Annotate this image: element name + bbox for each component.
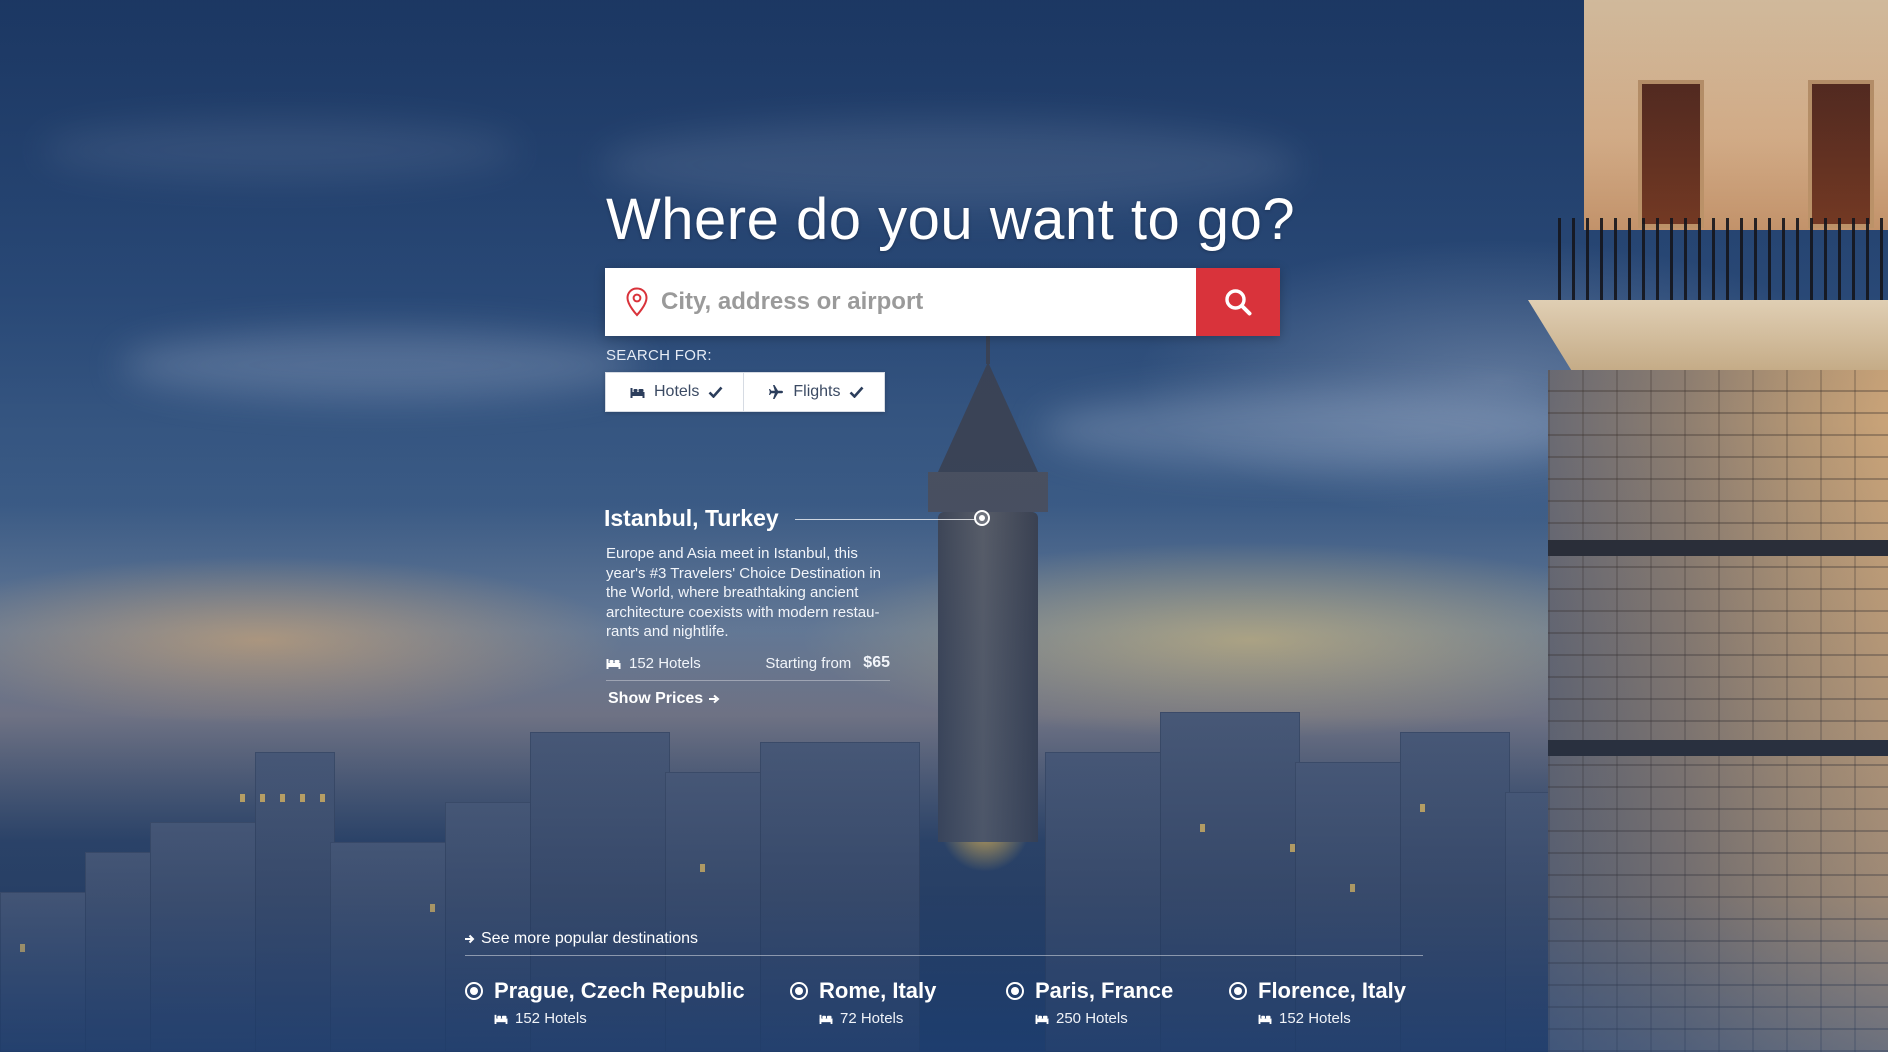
destination-hotel-count: 250 Hotels bbox=[1035, 1010, 1128, 1027]
destination-hotels-text: 152 Hotels bbox=[1279, 1010, 1351, 1027]
destination-name: Paris, France bbox=[1035, 978, 1174, 1003]
featured-hotel-count: 152 Hotels bbox=[606, 655, 701, 672]
bed-icon bbox=[630, 386, 645, 398]
plane-icon bbox=[768, 384, 784, 400]
featured-destination-title: Istanbul, Turkey bbox=[604, 505, 779, 531]
background-photo bbox=[0, 0, 1888, 1052]
bed-icon bbox=[494, 1013, 508, 1024]
bed-icon bbox=[606, 657, 621, 669]
show-prices-label: Show Prices bbox=[608, 690, 704, 707]
radio-icon bbox=[1229, 982, 1247, 1000]
destination-hotels-text: 72 Hotels bbox=[840, 1010, 904, 1027]
bed-icon bbox=[1035, 1013, 1049, 1024]
map-marker-icon[interactable] bbox=[974, 510, 990, 526]
bed-icon bbox=[1258, 1013, 1272, 1024]
see-more-destinations-link[interactable]: See more popular destinations bbox=[465, 930, 698, 948]
checkmark-icon bbox=[849, 386, 864, 398]
search-field[interactable] bbox=[605, 268, 1196, 336]
search-input[interactable] bbox=[649, 271, 1196, 333]
flights-toggle-label: Flights bbox=[793, 383, 841, 400]
search-button[interactable] bbox=[1196, 268, 1280, 336]
featured-description: Europe and Asia meet in Istanbul, this y… bbox=[606, 545, 882, 640]
radio-icon bbox=[1006, 982, 1024, 1000]
search-type-toggle: Hotels Flights bbox=[605, 372, 886, 412]
hotels-toggle[interactable]: Hotels bbox=[606, 373, 743, 411]
destination-name: Florence, Italy bbox=[1258, 978, 1406, 1003]
see-more-label: See more popular destinations bbox=[481, 930, 699, 947]
destination-hotels-text: 250 Hotels bbox=[1056, 1010, 1128, 1027]
checkmark-icon bbox=[708, 386, 723, 398]
featured-stats: 152 Hotels Starting from $65 bbox=[606, 654, 890, 681]
destination-hotels-text: 152 Hotels bbox=[515, 1010, 587, 1027]
popular-destinations-list: Prague, Czech Republic 152 Hotels Rome, … bbox=[465, 978, 1423, 1038]
radio-icon bbox=[790, 982, 808, 1000]
bed-icon bbox=[819, 1013, 833, 1024]
featured-hotels-text: 152 Hotels bbox=[629, 654, 701, 672]
page-title: Where do you want to go? bbox=[606, 187, 1296, 252]
price-value: $65 bbox=[863, 654, 890, 671]
destinations-divider bbox=[465, 955, 1423, 956]
flights-toggle[interactable]: Flights bbox=[743, 373, 884, 411]
destination-name: Rome, Italy bbox=[819, 978, 937, 1003]
arrow-right-icon bbox=[709, 694, 720, 704]
location-pin-icon bbox=[625, 287, 649, 317]
search-for-label: SEARCH FOR: bbox=[606, 347, 712, 364]
search-bar bbox=[605, 268, 1280, 336]
destination-hotel-count: 72 Hotels bbox=[819, 1010, 903, 1027]
destination-name: Prague, Czech Republic bbox=[494, 978, 745, 1003]
radio-icon bbox=[465, 982, 483, 1000]
destination-hotel-count: 152 Hotels bbox=[1258, 1010, 1351, 1027]
arrow-right-icon bbox=[465, 934, 475, 944]
starting-from-label: Starting from bbox=[765, 654, 852, 672]
show-prices-link[interactable]: Show Prices bbox=[608, 690, 720, 708]
search-icon bbox=[1223, 287, 1253, 317]
featured-price: Starting from $65 bbox=[765, 654, 890, 672]
featured-pointer-line bbox=[795, 519, 975, 520]
hotels-toggle-label: Hotels bbox=[654, 383, 700, 400]
destination-hotel-count: 152 Hotels bbox=[494, 1010, 587, 1027]
